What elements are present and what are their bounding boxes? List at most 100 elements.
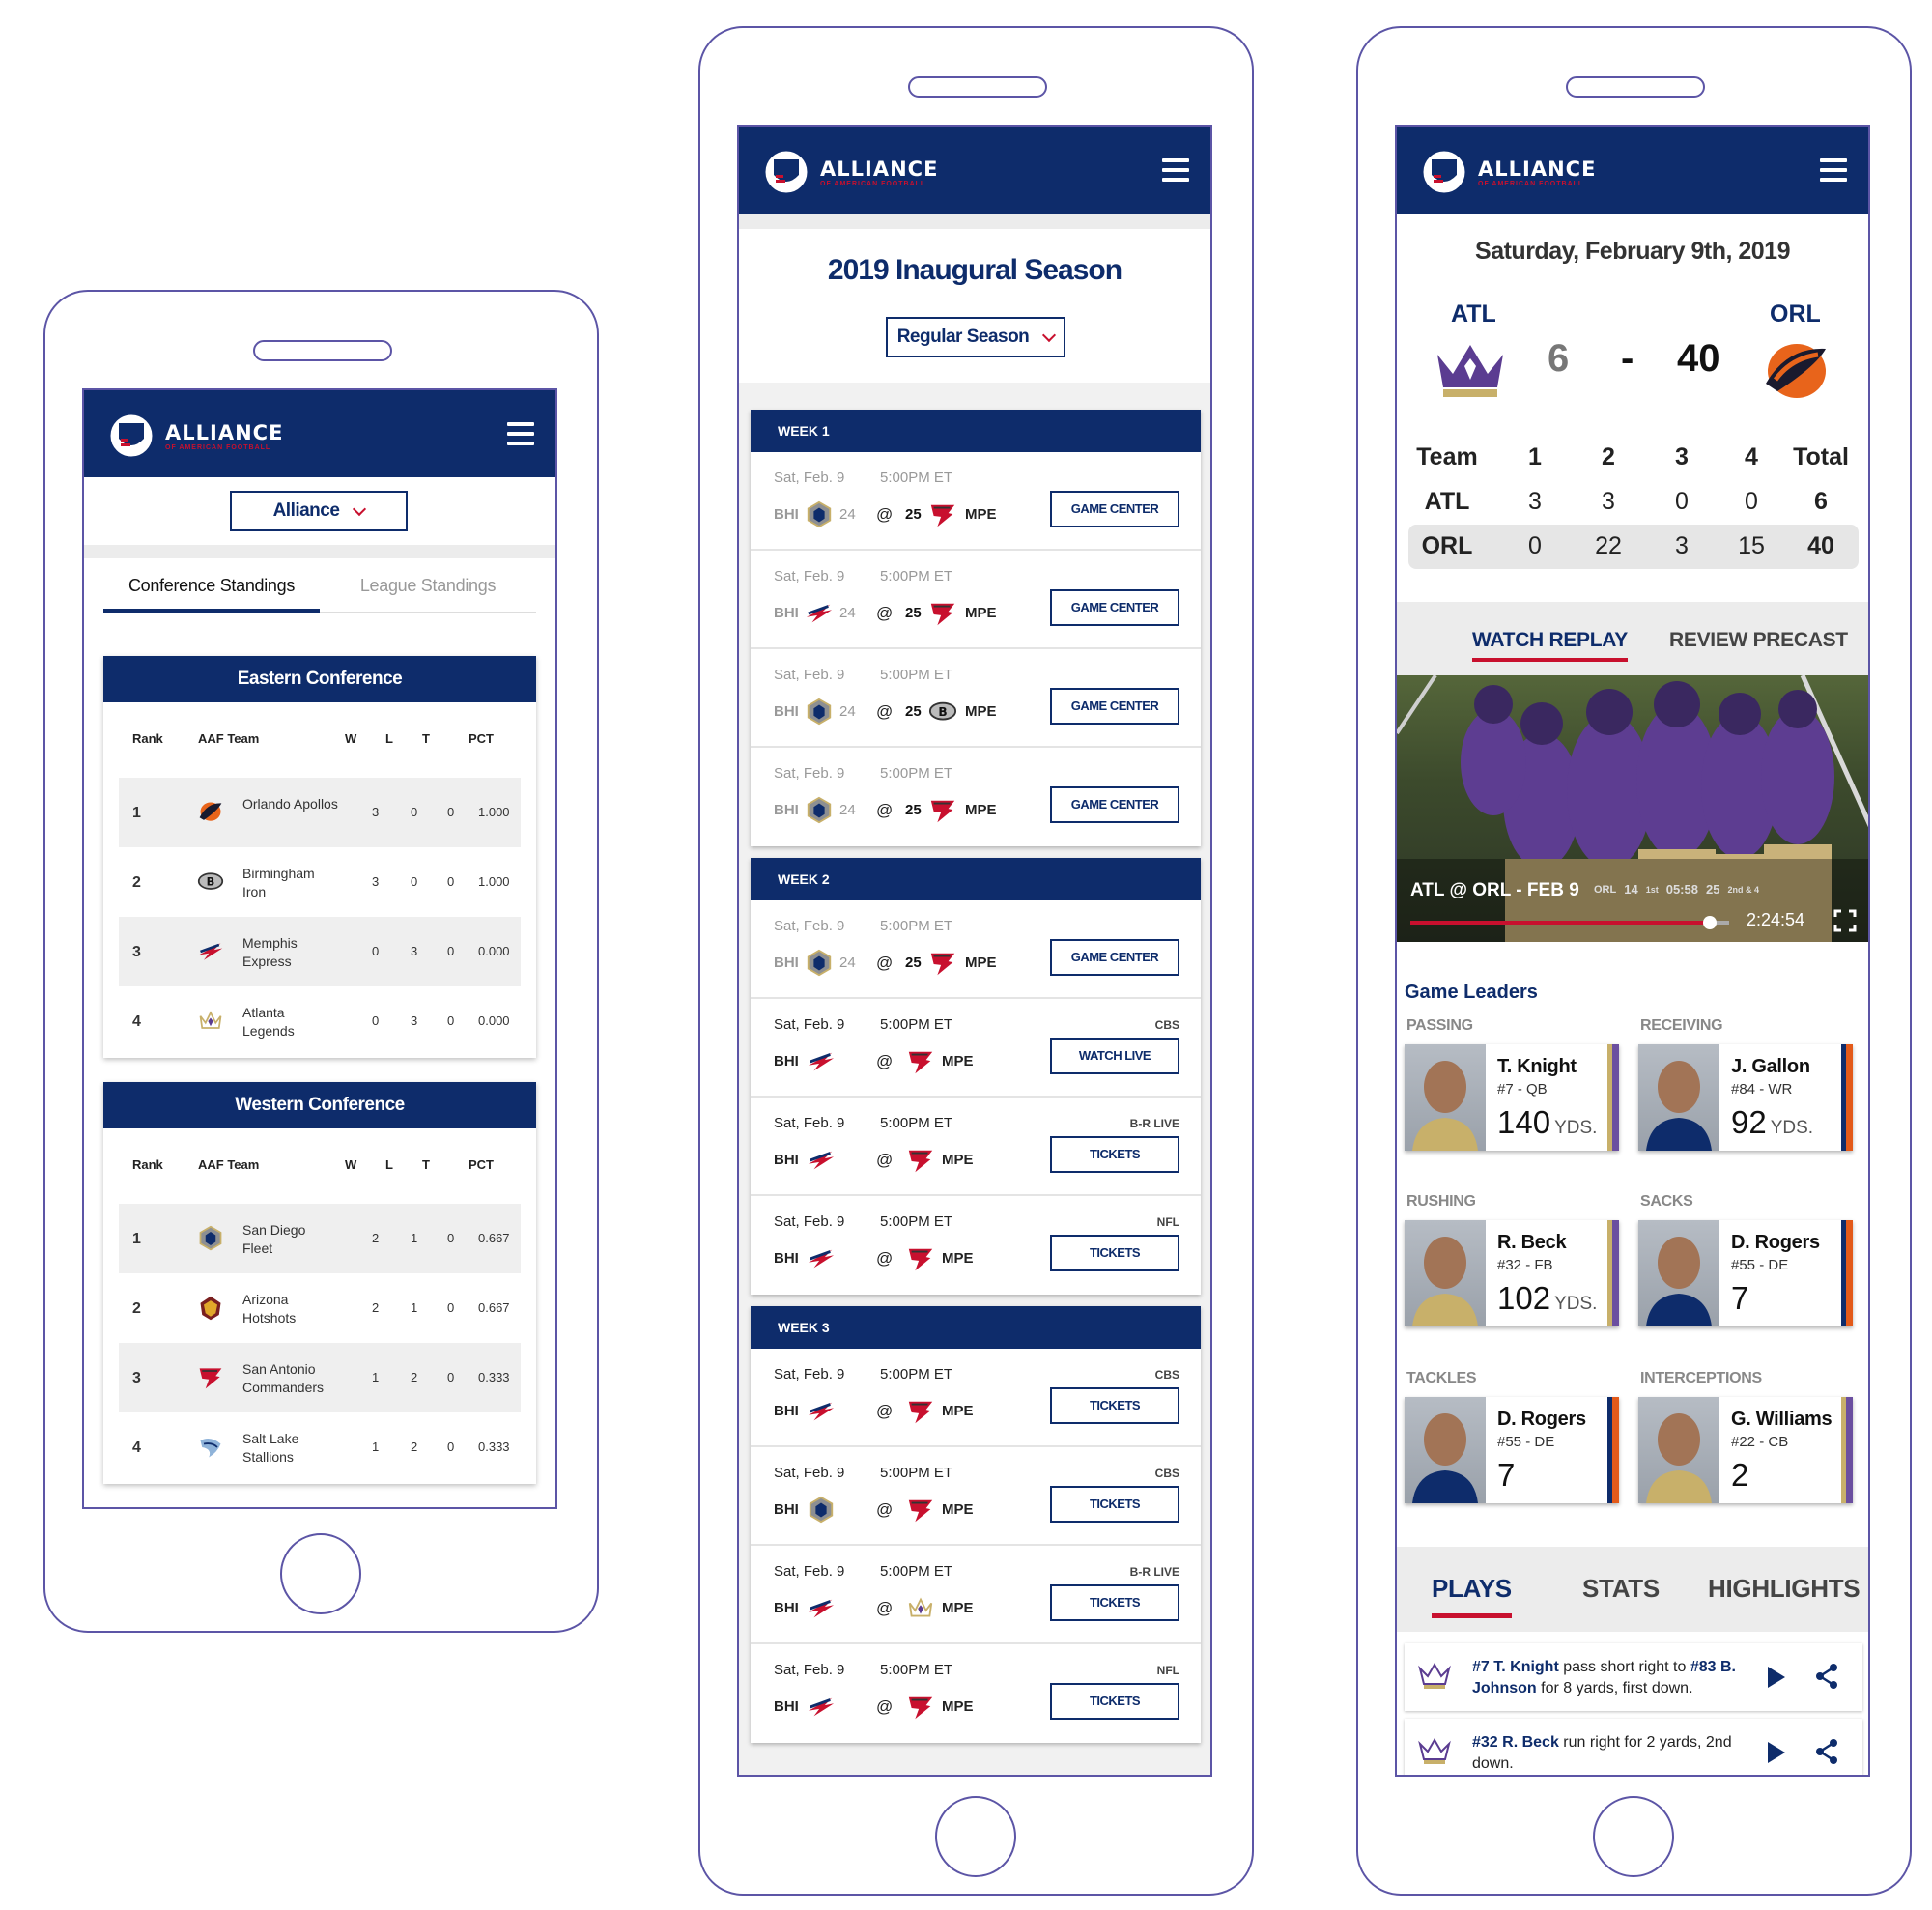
team-losses: 3	[411, 1013, 418, 1028]
game-date: Sat, Feb. 9	[774, 1115, 845, 1131]
table-row[interactable]: 2 B Birmingham Iron 3 0 0 1.000	[119, 847, 521, 917]
table-row[interactable]: 1 San Diego Fleet 2 1 0 0.667	[119, 1204, 521, 1273]
table-row[interactable]: 2 Arizona Hotshots 2 1 0 0.667	[119, 1273, 521, 1343]
team-name[interactable]: Orlando Apollos	[242, 795, 339, 813]
game-action-button[interactable]: GAME CENTER	[1050, 589, 1179, 626]
player-headshot	[1638, 1044, 1719, 1151]
tab-highlights[interactable]: HIGHLIGHTS	[1708, 1574, 1861, 1604]
video-progress-fill	[1410, 921, 1711, 925]
leader-name: R. Beck	[1497, 1232, 1567, 1253]
divider-band	[739, 214, 1210, 229]
legends-logo-icon	[905, 1594, 936, 1623]
linescore-total: 40	[1807, 532, 1834, 559]
tab-watch-replay[interactable]: WATCH REPLAY	[1472, 629, 1628, 662]
conference-title: Western Conference	[103, 1082, 536, 1128]
table-row[interactable]: 4 Atlanta Legends 0 3 0 0.000	[119, 986, 521, 1056]
alliance-logo-icon[interactable]	[762, 146, 810, 198]
game-action-button[interactable]: GAME CENTER	[1050, 688, 1179, 725]
team-rank: 3	[132, 1370, 141, 1386]
game-date: Sat, Feb. 9	[774, 1366, 845, 1383]
leader-card[interactable]: T. Knight #7 - QB 140 YDS.	[1405, 1044, 1619, 1151]
tab-conference-standings[interactable]: Conference Standings	[103, 564, 320, 613]
game-action-button[interactable]: TICKETS	[1050, 1235, 1179, 1271]
game-time: 5:00PM ET	[880, 1016, 953, 1033]
season-type-dropdown[interactable]: Regular Season	[886, 317, 1065, 357]
game-action-button[interactable]: TICKETS	[1050, 1683, 1179, 1720]
play-video-icon[interactable]	[1768, 1742, 1785, 1763]
table-row[interactable]: 4 Salt Lake Stallions 1 2 0 0.333	[119, 1412, 521, 1482]
team-name[interactable]: Birmingham Iron	[242, 865, 339, 901]
game-action-button[interactable]: GAME CENTER	[1050, 939, 1179, 976]
brand-subtitle: OF AMERICAN FOOTBALL	[165, 444, 271, 451]
team-pct: 0.333	[478, 1440, 510, 1454]
away-team-score: 25	[905, 605, 922, 621]
play-video-icon[interactable]	[1768, 1667, 1785, 1688]
team-name[interactable]: San Antonio Commanders	[242, 1360, 339, 1397]
game-date: Sat, Feb. 9	[774, 1465, 845, 1481]
fullscreen-icon[interactable]	[1833, 909, 1857, 932]
team-pct: 1.000	[478, 805, 510, 819]
express-logo-icon	[807, 1594, 836, 1623]
leader-card[interactable]: R. Beck #32 - FB 102 YDS.	[1405, 1220, 1619, 1326]
team-wins: 2	[372, 1300, 380, 1315]
home-button	[1593, 1796, 1674, 1877]
game-action-button[interactable]: TICKETS	[1050, 1136, 1179, 1173]
game-action-button[interactable]: TICKETS	[1050, 1486, 1179, 1523]
leader-card[interactable]: D. Rogers #55 - DE 7	[1638, 1220, 1853, 1326]
tab-league-standings[interactable]: League Standings	[320, 564, 536, 613]
tab-review-precast[interactable]: REVIEW PRECAST	[1669, 629, 1848, 652]
linescore-cell: 3	[1602, 488, 1615, 515]
game-time: 5:00PM ET	[880, 1115, 953, 1131]
team-name[interactable]: San Diego Fleet	[242, 1221, 339, 1258]
leader-card[interactable]: G. Williams #22 - CB 2	[1638, 1397, 1853, 1503]
game-action-button[interactable]: GAME CENTER	[1050, 786, 1179, 823]
fleet-logo-icon	[807, 1496, 836, 1525]
leader-category: INTERCEPTIONS	[1640, 1370, 1762, 1386]
game-action-button[interactable]: TICKETS	[1050, 1584, 1179, 1621]
column-header: Rank	[132, 731, 163, 746]
league-dropdown[interactable]: Alliance	[230, 491, 408, 531]
team-ties: 0	[447, 1300, 455, 1315]
share-icon[interactable]	[1814, 1663, 1839, 1690]
media-tabs: WATCH REPLAY REVIEW PRECAST	[1397, 602, 1868, 675]
home-team-abbr: BHI	[774, 1250, 799, 1267]
svg-text:B: B	[938, 705, 947, 719]
game-action-button[interactable]: GAME CENTER	[1050, 491, 1179, 527]
leader-card[interactable]: J. Gallon #84 - WR 92 YDS.	[1638, 1044, 1853, 1151]
home-team-abbr: ORL	[1770, 300, 1821, 328]
hamburger-menu-icon[interactable]	[507, 422, 534, 445]
play-description: #32 R. Beck run right for 2 yards, 2nd d…	[1472, 1732, 1762, 1775]
table-row[interactable]: 3 Memphis Express 0 3 0 0.000	[119, 917, 521, 986]
tab-stats[interactable]: STATS	[1582, 1574, 1660, 1604]
week-title: WEEK 2	[751, 858, 1201, 900]
team-name[interactable]: Salt Lake Stallions	[242, 1430, 339, 1467]
team-name[interactable]: Atlanta Legends	[242, 1004, 339, 1041]
phone-standings: ALLIANCE OF AMERICAN FOOTBALL Alliance C…	[43, 290, 599, 1633]
hamburger-menu-icon[interactable]	[1820, 158, 1847, 182]
tab-plays[interactable]: PLAYS	[1432, 1574, 1512, 1618]
team-name[interactable]: Arizona Hotshots	[242, 1291, 339, 1327]
team-ties: 0	[447, 1013, 455, 1028]
team-name[interactable]: Memphis Express	[242, 934, 339, 971]
table-row[interactable]: 3 San Antonio Commanders 1 2 0 0.333	[119, 1343, 521, 1412]
game-date: Sat, Feb. 9	[774, 1563, 845, 1580]
play-item[interactable]: #32 R. Beck run right for 2 yards, 2nd d…	[1405, 1719, 1862, 1775]
away-team-abbr: MPE	[965, 506, 997, 523]
game-leaders-title: Game Leaders	[1405, 982, 1538, 1003]
leader-card[interactable]: D. Rogers #55 - DE 7	[1405, 1397, 1619, 1503]
video-progress-track[interactable]	[1410, 916, 1729, 929]
game-action-button[interactable]: WATCH LIVE	[1050, 1038, 1179, 1074]
table-row[interactable]: 1 Orlando Apollos 3 0 0 1.000	[119, 778, 521, 847]
alliance-logo-icon[interactable]	[1420, 146, 1468, 198]
alliance-logo-icon[interactable]	[107, 410, 156, 462]
phone-speaker	[1566, 76, 1705, 98]
video-player[interactable]: ATL @ ORL - FEB 9 ORL 14 1st 05:58 25 2n…	[1397, 675, 1868, 942]
broadcast-network: B-R LIVE	[1129, 1565, 1179, 1579]
team-pct: 0.333	[478, 1370, 510, 1384]
game-action-button[interactable]: TICKETS	[1050, 1387, 1179, 1424]
bug-quarter: 1st	[1645, 884, 1659, 895]
away-team-abbr: MPE	[942, 1698, 974, 1715]
hamburger-menu-icon[interactable]	[1162, 158, 1189, 182]
share-icon[interactable]	[1814, 1738, 1839, 1765]
play-item[interactable]: #7 T. Knight pass short right to #83 B. …	[1405, 1643, 1862, 1711]
